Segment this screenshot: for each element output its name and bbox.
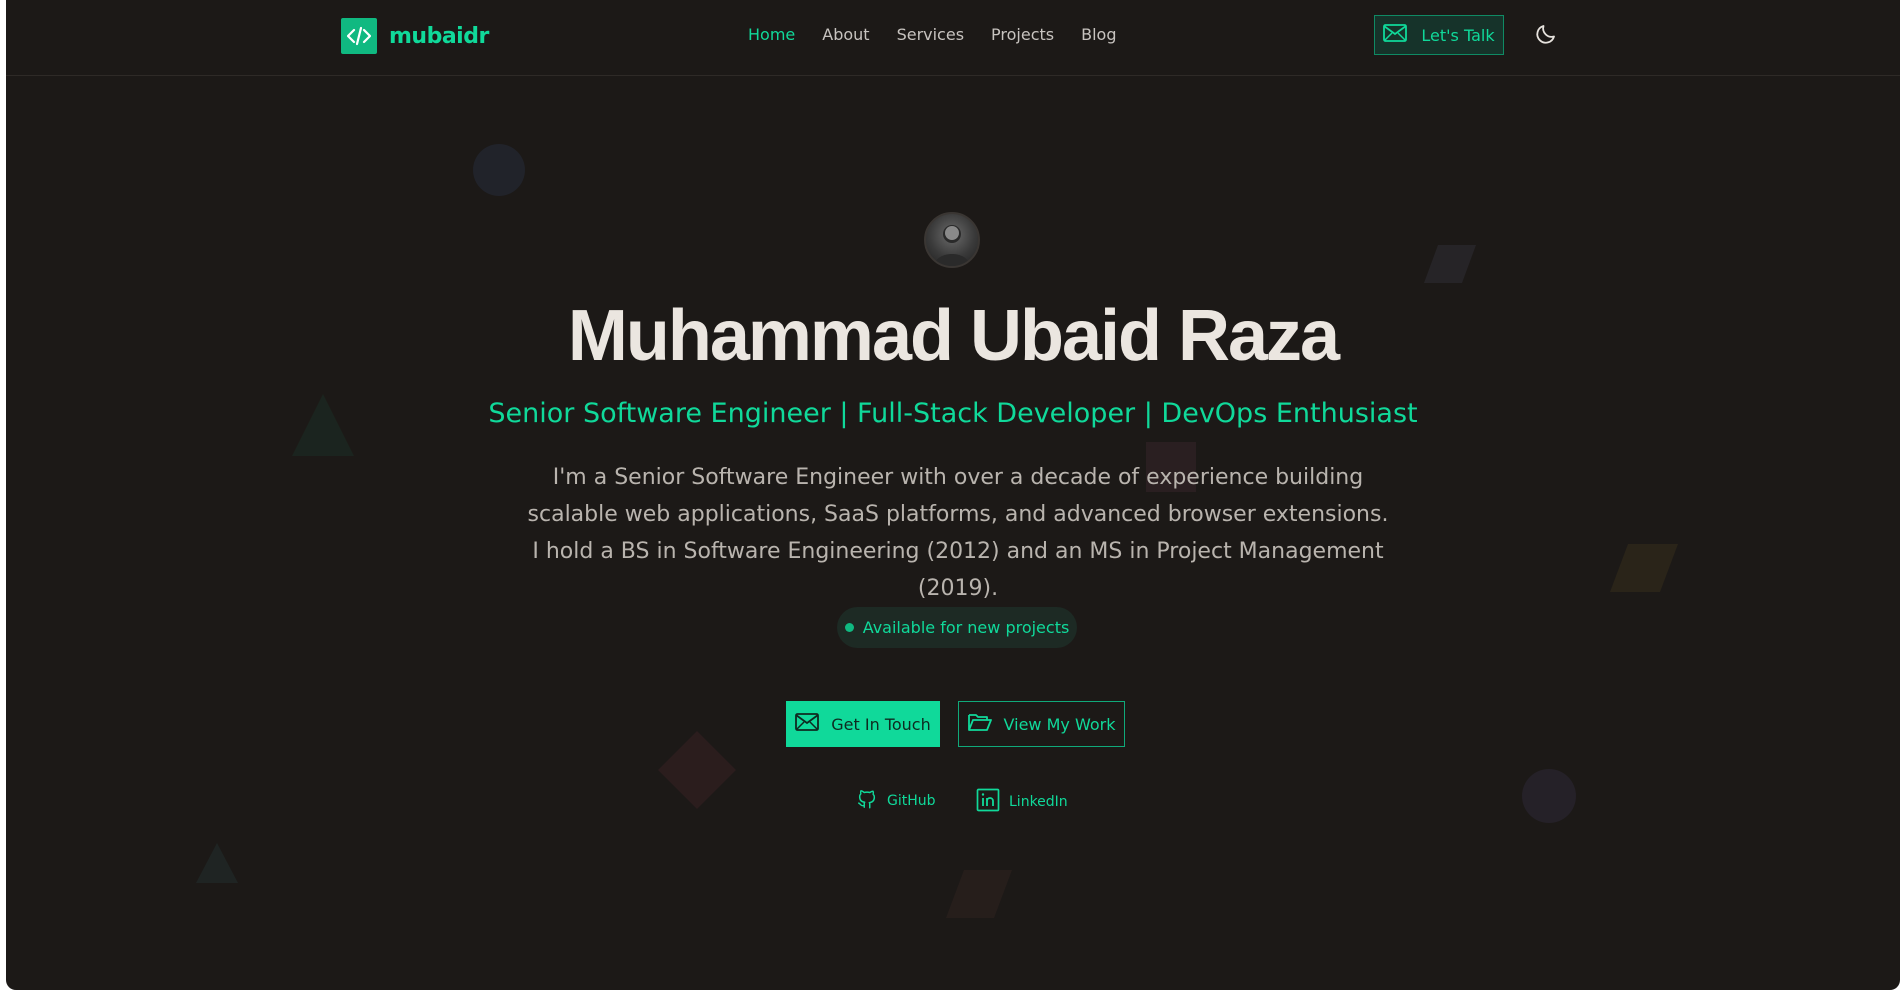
mail-icon — [795, 713, 820, 735]
status-text: Available for new projects — [862, 618, 1070, 637]
github-icon — [856, 788, 878, 814]
decor-parallelogram-icon — [946, 870, 1012, 918]
nav-about[interactable]: About — [822, 25, 869, 44]
mail-icon — [1383, 24, 1408, 46]
nav-services[interactable]: Services — [897, 25, 964, 44]
nav-home[interactable]: Home — [748, 25, 795, 44]
linkedin-link[interactable]: LinkedIn — [976, 788, 1068, 816]
lets-talk-label: Let's Talk — [1421, 25, 1495, 45]
linkedin-label: LinkedIn — [1009, 794, 1068, 810]
nav-projects[interactable]: Projects — [991, 25, 1054, 44]
nav-blog[interactable]: Blog — [1081, 25, 1116, 44]
decor-diamond-icon — [658, 731, 736, 809]
hero-subtitle: Senior Software Engineer | Full-Stack De… — [488, 398, 1418, 429]
brand-name: mubaidr — [389, 23, 489, 49]
hero-name: Muhammad Ubaid Raza — [567, 296, 1340, 376]
main-nav: Home About Services Projects Blog — [748, 25, 1116, 44]
lets-talk-button[interactable]: Let's Talk — [1374, 15, 1504, 55]
top-navbar: mubaidr Home About Services Projects Blo… — [6, 0, 1900, 76]
moon-icon — [1534, 22, 1558, 50]
view-my-work-label: View My Work — [1003, 714, 1116, 734]
decor-parallelogram-icon — [1610, 544, 1678, 592]
status-dot-icon — [844, 623, 854, 632]
brand-link[interactable]: mubaidr — [341, 18, 489, 54]
avatar — [924, 212, 980, 268]
github-link[interactable]: GitHub — [856, 788, 936, 814]
decor-triangle-icon — [196, 843, 238, 883]
view-my-work-button[interactable]: View My Work — [958, 701, 1125, 747]
github-label: GitHub — [887, 793, 936, 809]
decor-circle-icon — [1522, 769, 1576, 823]
folder-open-icon — [967, 712, 992, 736]
get-in-touch-label: Get In Touch — [831, 714, 931, 734]
theme-toggle-button[interactable] — [1532, 22, 1560, 50]
hero-bio: I'm a Senior Software Engineer with over… — [527, 465, 1389, 601]
browser-viewport: mubaidr Home About Services Projects Blo… — [6, 0, 1900, 990]
decor-parallelogram-icon — [1424, 245, 1476, 283]
decor-circle-icon — [473, 144, 525, 196]
status-badge: Available for new projects — [837, 607, 1077, 648]
code-icon — [341, 18, 377, 54]
get-in-touch-button[interactable]: Get In Touch — [786, 701, 940, 747]
linkedin-icon — [976, 788, 1000, 816]
